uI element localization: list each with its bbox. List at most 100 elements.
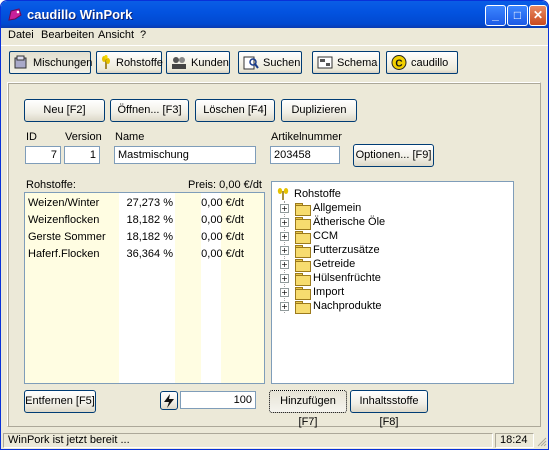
svg-text:C: C [395, 59, 402, 70]
folder-icon [295, 286, 311, 300]
menu-datei[interactable]: Datei [8, 29, 34, 41]
mixing-icon [13, 55, 29, 70]
status-bar: WinPork ist jetzt bereit ... 18:24 [1, 431, 548, 449]
tab-caudillo[interactable]: C caudillo [386, 51, 458, 74]
tree-item-label: Nachprodukte [313, 300, 382, 312]
folder-icon [295, 244, 311, 258]
ingredient-percent: 27,273 % [126, 197, 173, 209]
id-field[interactable]: 7 [25, 146, 61, 164]
id-label: ID [26, 131, 37, 143]
table-row[interactable]: Weizen/Winter 27,273 % 0,00 €/dt [25, 195, 264, 212]
ingredient-percent: 18,182 % [126, 231, 173, 243]
tab-kunden-label: Kunden [191, 56, 229, 69]
tree-item-futterzusaetze[interactable]: + Futterzusätze [280, 243, 380, 258]
folder-icon [295, 258, 311, 272]
tree-item-label: Futterzusätze [313, 244, 380, 256]
expand-icon[interactable]: + [280, 273, 289, 283]
wheat-icon [276, 187, 290, 201]
folder-icon [295, 300, 311, 314]
tab-suchen[interactable]: Suchen [238, 51, 302, 74]
tab-caudillo-label: caudillo [411, 56, 449, 69]
expand-icon[interactable]: + [280, 287, 289, 297]
maximize-button[interactable]: □ [507, 5, 528, 26]
calculate-button[interactable] [160, 391, 178, 410]
ingredient-tree[interactable]: Rohstoffe + Allgemein + Ätherische Öle +… [271, 181, 514, 384]
search-icon [242, 55, 259, 70]
tree-item-ccm[interactable]: + CCM [280, 229, 338, 244]
tab-kunden[interactable]: Kunden [166, 51, 230, 74]
remove-button[interactable]: Entfernen [F5] [24, 390, 96, 413]
menu-bearbeiten[interactable]: Bearbeiten [41, 29, 94, 41]
delete-button[interactable]: Löschen [F4] [195, 99, 275, 122]
add-button[interactable]: Hinzufügen [F7] [269, 390, 347, 428]
tree-root-label: Rohstoffe [294, 188, 341, 200]
version-field[interactable]: 1 [64, 146, 100, 164]
open-button[interactable]: Öffnen... [F3] [110, 99, 189, 122]
lightning-icon [164, 394, 174, 408]
close-button[interactable]: ✕ [529, 5, 547, 26]
table-row[interactable]: Gerste Sommer 18,182 % 0,00 €/dt [25, 229, 264, 246]
tab-schema[interactable]: Schema [312, 51, 380, 74]
app-icon [8, 8, 22, 21]
options-button[interactable]: Optionen... [F9] [353, 144, 434, 167]
schema-icon [316, 55, 333, 70]
folder-icon [295, 272, 311, 286]
duplicate-button[interactable]: Duplizieren [281, 99, 357, 122]
expand-icon[interactable]: + [280, 203, 289, 213]
name-field[interactable]: Mastmischung [114, 146, 256, 164]
table-row[interactable]: Weizenflocken 18,182 % 0,00 €/dt [25, 212, 264, 229]
ingredient-name: Gerste Sommer [28, 231, 106, 243]
expand-icon[interactable]: + [280, 259, 289, 269]
expand-icon[interactable]: + [280, 231, 289, 241]
minimize-button[interactable]: _ [485, 5, 506, 26]
article-number-field[interactable]: 203458 [270, 146, 340, 164]
ingredient-percent: 18,182 % [126, 214, 173, 226]
tree-item-label: Ätherische Öle [313, 216, 386, 228]
tree-item-huelsenfruechte[interactable]: + Hülsenfrüchte [280, 271, 381, 286]
ingredient-name: Weizen/Winter [28, 197, 100, 209]
version-label: Version [65, 131, 102, 143]
resize-grip-icon[interactable] [536, 436, 547, 447]
tab-rohstoffe[interactable]: Rohstoffe [96, 51, 163, 74]
tree-item-aetherische-oele[interactable]: + Ätherische Öle [280, 215, 386, 230]
ingredients-grid[interactable]: Weizen/Winter 27,273 % 0,00 €/dt Weizenf… [24, 192, 265, 384]
status-clock: 18:24 [495, 433, 534, 448]
total-price-label: Preis: 0,00 €/dt [188, 179, 262, 191]
amount-field[interactable]: 100 [180, 391, 256, 409]
title-bar[interactable]: caudillo WinPork _ □ ✕ [1, 1, 548, 28]
menu-ansicht[interactable]: Ansicht [98, 29, 134, 41]
caudillo-logo-icon: C [390, 55, 407, 70]
wheat-icon [100, 55, 112, 70]
ingredient-name: Weizenflocken [28, 214, 100, 226]
maximize-icon: □ [513, 8, 522, 22]
expand-icon[interactable]: + [280, 217, 289, 227]
ingredient-name: Haferf.Flocken [28, 248, 100, 260]
tree-item-allgemein[interactable]: + Allgemein [280, 201, 361, 216]
tree-item-label: Import [313, 286, 345, 298]
new-button[interactable]: Neu [F2] [24, 99, 105, 122]
tab-mischungen[interactable]: Mischungen [9, 51, 93, 74]
ingredient-price: 0,00 €/dt [201, 248, 244, 260]
tree-item-label: Hülsenfrüchte [313, 272, 381, 284]
status-message: WinPork ist jetzt bereit ... [3, 433, 493, 448]
window-title: caudillo WinPork [27, 7, 133, 22]
tree-root[interactable]: Rohstoffe [276, 186, 341, 202]
table-row[interactable]: Haferf.Flocken 36,364 % 0,00 €/dt [25, 246, 264, 263]
tree-item-import[interactable]: + Import [280, 285, 345, 300]
customers-icon [170, 55, 187, 70]
close-icon: ✕ [532, 8, 544, 22]
ingredient-percent: 36,364 % [126, 248, 173, 260]
tab-schema-label: Schema [337, 56, 378, 69]
tab-mischungen-label: Mischungen [33, 56, 93, 69]
expand-icon[interactable]: + [280, 301, 289, 311]
name-label: Name [115, 131, 145, 143]
tree-item-label: Getreide [313, 258, 356, 270]
tree-item-getreide[interactable]: + Getreide [280, 257, 356, 272]
tree-item-nachprodukte[interactable]: + Nachprodukte [280, 299, 382, 314]
folder-icon [295, 202, 311, 216]
contents-button[interactable]: Inhaltsstoffe [F8] [350, 390, 428, 428]
tab-rohstoffe-label: Rohstoffe [116, 56, 163, 69]
ingredients-label: Rohstoffe: [26, 179, 76, 191]
expand-icon[interactable]: + [280, 245, 289, 255]
menu-help[interactable]: ? [140, 29, 146, 41]
